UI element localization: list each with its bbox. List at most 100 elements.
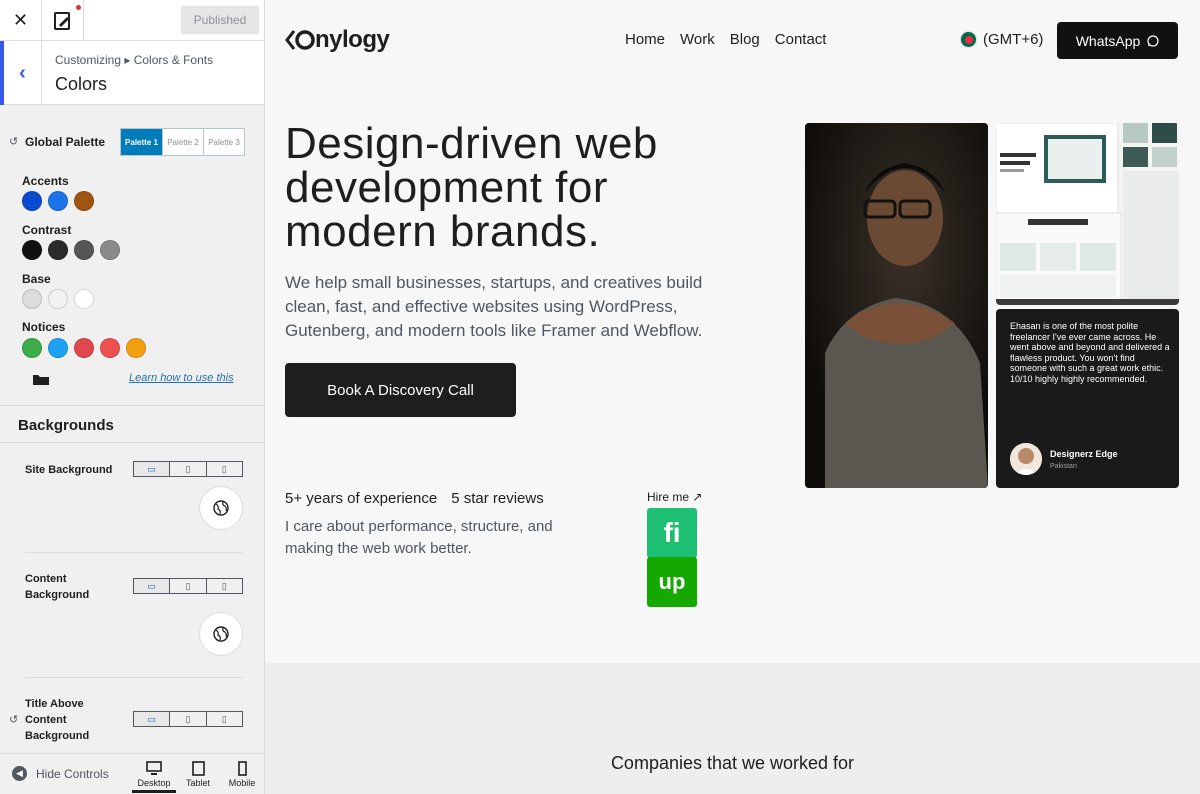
hide-controls-button[interactable]: ◀ Hide Controls [12,766,109,781]
reviews-stat: 5 star reviews [451,490,544,507]
preview-desktop-button[interactable]: Desktop [132,761,176,793]
reset-icon[interactable]: ↺ [9,135,18,148]
companies-heading: Companies that we worked for [610,753,855,773]
timezone-text: (GMT+6) [983,31,1044,48]
stats-subtitle: I care about performance, structure, and… [285,518,553,557]
nav-blog[interactable]: Blog [730,31,760,48]
testimonial-text: Ehasan is one of the most polite freelan… [1010,321,1170,384]
fiverr-badge-icon[interactable]: fi [647,508,697,558]
companies-section: Companies that we worked for [265,663,1200,794]
palette-tabs: Palette 1 Palette 2 Palette 3 [120,128,245,156]
mobile-label: Mobile [228,778,256,788]
global-palette-label: Global Palette [25,135,106,149]
whatsapp-label: WhatsApp [1075,32,1141,49]
desktop-toggle-icon[interactable]: ▭ [134,462,170,476]
book-discovery-call-button[interactable]: Book A Discovery Call [285,363,516,417]
testimonial-country: Pakistan [1050,463,1077,470]
preview-mobile-button[interactable]: Mobile [220,761,264,788]
desktop-toggle-icon[interactable]: ▭ [134,712,170,726]
color-swatch[interactable] [48,289,68,309]
tablet-toggle-icon[interactable]: ▯ [169,579,205,593]
hide-controls-label: Hide Controls [36,766,109,781]
nav-contact[interactable]: Contact [775,31,827,48]
color-swatch[interactable] [126,338,146,358]
tablet-icon [176,761,220,778]
color-swatch[interactable] [22,289,42,309]
contrast-swatches [22,240,120,260]
publish-button[interactable]: Published [181,6,259,34]
section-header: ‹ Customizing ▸ Colors & Fonts Colors [0,41,264,105]
globe-icon[interactable] [199,612,243,656]
mobile-toggle-icon[interactable]: ▯ [205,462,242,476]
mobile-icon [220,761,264,778]
preview-tablet-button[interactable]: Tablet [176,761,220,788]
notices-label: Notices [22,320,66,334]
color-swatch[interactable] [48,191,68,211]
whatsapp-icon [1147,34,1159,47]
site-preview: nylogy Home Work Blog Contact (GMT+6) Wh… [265,0,1200,794]
accents-label: Accents [22,174,69,188]
notices-swatches [22,338,146,358]
content-background-label: Content Background [25,573,90,601]
portrait-photo [805,123,988,488]
nav-work[interactable]: Work [680,31,715,48]
color-swatch[interactable] [22,191,42,211]
accents-swatches [22,191,94,211]
reset-icon[interactable]: ↺ [9,713,18,726]
tablet-toggle-icon[interactable]: ▯ [169,462,205,476]
color-swatch[interactable] [100,240,120,260]
color-swatch[interactable] [74,289,94,309]
divider [25,552,243,553]
customizer-footer: ◀ Hide Controls Desktop Tablet Mobile [0,753,264,794]
color-swatch[interactable] [74,191,94,211]
testimonial-card: Ehasan is one of the most polite freelan… [996,309,1179,488]
mobile-toggle-icon[interactable]: ▯ [205,712,242,726]
desktop-label: Desktop [137,778,171,788]
globe-icon[interactable] [199,486,243,530]
color-swatch[interactable] [22,338,42,358]
base-swatches [22,289,94,309]
desktop-toggle-icon[interactable]: ▭ [134,579,170,593]
color-swatch[interactable] [22,240,42,260]
tablet-toggle-icon[interactable]: ▯ [169,712,205,726]
color-swatch[interactable] [74,338,94,358]
section-title: Colors [55,74,108,94]
tab-palette-2[interactable]: Palette 2 [162,129,203,155]
mobile-toggle-icon[interactable]: ▯ [205,579,242,593]
back-arrow-icon[interactable]: ‹ [0,41,42,105]
folder-icon[interactable] [32,372,50,389]
color-swatch[interactable] [48,338,68,358]
nav-home[interactable]: Home [625,31,665,48]
notification-dot [76,5,81,10]
portfolio-screenshots [996,123,1179,305]
hero-subtitle: We help small businesses, startups, and … [285,273,703,340]
site-logo[interactable]: nylogy [285,26,390,54]
testimonial-name: Designerz Edge [1050,449,1118,459]
customizer-header: ✕ Published [0,0,264,41]
close-icon[interactable]: ✕ [0,0,42,41]
content-background-device-toggle: ▭ ▯ ▯ [133,578,243,594]
tab-palette-1[interactable]: Palette 1 [121,129,162,155]
color-swatch[interactable] [100,338,120,358]
logo-mark-icon [285,30,315,50]
edit-site-icon[interactable] [42,0,84,41]
hero-title: Design-driven web development for modern… [285,119,658,256]
timezone-indicator: (GMT+6) [960,31,1043,48]
site-background-label: Site Background [25,464,113,476]
contrast-label: Contrast [22,223,72,237]
base-label: Base [22,272,51,286]
customizer-sidebar: ✕ Published ‹ Customizing ▸ Colors & Fon… [0,0,265,794]
divider [25,677,243,678]
tablet-label: Tablet [185,778,211,788]
color-swatch[interactable] [74,240,94,260]
learn-how-link[interactable]: Learn how to use this [129,372,234,384]
avatar [1010,443,1042,475]
upwork-badge-icon[interactable]: up [647,557,697,607]
backgrounds-heading-text: Backgrounds [18,417,114,434]
whatsapp-button[interactable]: WhatsApp [1057,22,1178,59]
learn-row: Learn how to use this [0,370,264,390]
color-swatch[interactable] [48,240,68,260]
pencil-document-icon [53,11,70,30]
title-above-content-background-label: Title Above Content Background [25,698,90,742]
tab-palette-3[interactable]: Palette 3 [203,129,244,155]
